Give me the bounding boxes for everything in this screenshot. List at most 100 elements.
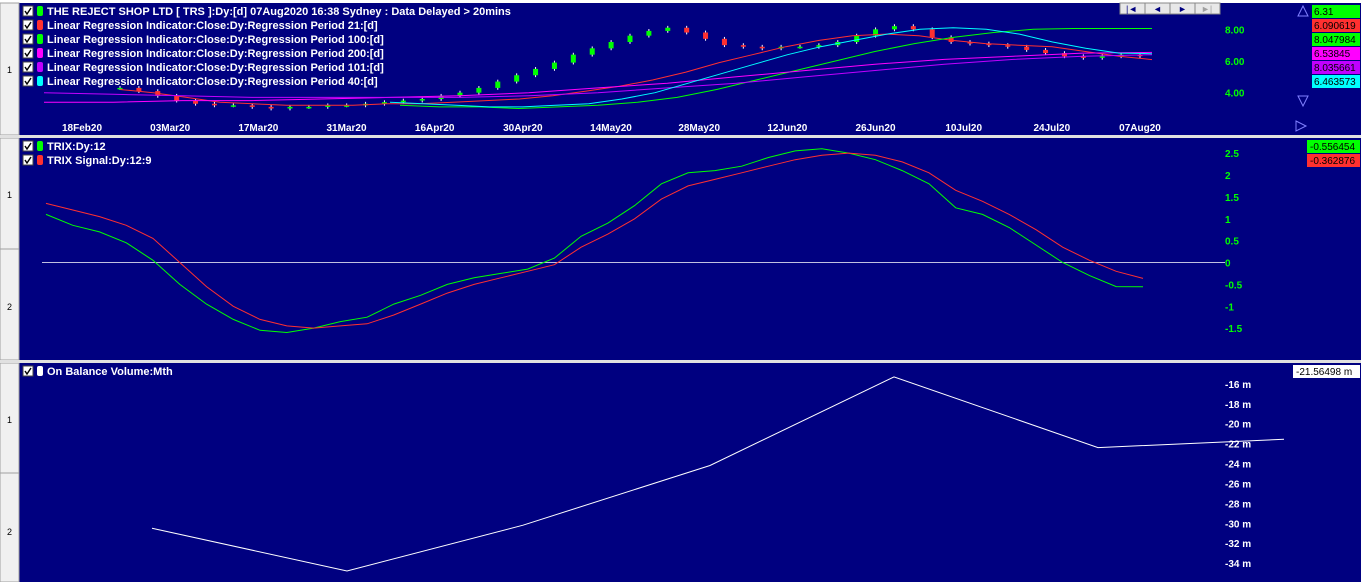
candle-body xyxy=(891,26,897,30)
nav-last-button[interactable]: ►| xyxy=(1194,2,1221,15)
obv-y-tick-label: -18 m xyxy=(1225,400,1251,411)
x-tick-label: 14May20 xyxy=(590,123,632,134)
candle-body xyxy=(1024,46,1030,50)
legend-label: TRIX:Dy:12 xyxy=(47,141,106,153)
trix-y-tick-label: 0.5 xyxy=(1225,237,1239,248)
candle-body xyxy=(570,54,576,63)
trix-y-tick-label: 1 xyxy=(1225,215,1231,226)
legend-label: Linear Regression Indicator:Close:Dy:Reg… xyxy=(47,48,384,60)
trix-y-tick-label: 0 xyxy=(1225,259,1231,270)
x-tick-label: 17Mar20 xyxy=(238,123,278,134)
candle-body xyxy=(1005,45,1011,47)
value-badge-text: 6.090619 xyxy=(1314,21,1356,32)
price-y-tick-label: 8.00 xyxy=(1225,25,1245,36)
trix-y-tick-label: 2 xyxy=(1225,171,1231,182)
obv-y-tick-label: -20 m xyxy=(1225,420,1251,431)
trix-y-tick-label: -0.5 xyxy=(1225,280,1243,291)
nav-next-label: ► xyxy=(1178,4,1187,14)
candle-body xyxy=(1099,56,1105,58)
x-tick-label: 12Jun20 xyxy=(767,123,807,134)
x-tick-label: 30Apr20 xyxy=(503,123,543,134)
legend-checkbox[interactable] xyxy=(22,154,34,166)
legend-label: Linear Regression Indicator:Close:Dy:Reg… xyxy=(47,34,384,46)
trix-y-tick-label: 2.5 xyxy=(1225,149,1239,160)
candle-body xyxy=(929,29,935,38)
obv-pane-background xyxy=(19,363,1361,582)
chart-title: THE REJECT SHOP LTD [ TRS ]:Dy:[d] 07Aug… xyxy=(47,6,511,18)
price-y-tick-label: 6.00 xyxy=(1225,57,1245,68)
candle-body xyxy=(721,38,727,46)
candle-body xyxy=(608,42,614,49)
candle-body xyxy=(646,30,652,36)
legend-label: Linear Regression Indicator:Close:Dy:Reg… xyxy=(47,76,378,88)
trix-y-tick-label: 1.5 xyxy=(1225,193,1239,204)
legend-checkbox[interactable] xyxy=(22,75,34,87)
legend-label: TRIX Signal:Dy:12:9 xyxy=(47,155,152,167)
legend-label: Linear Regression Indicator:Close:Dy:Reg… xyxy=(47,62,384,74)
trix-y-tick-label: -1 xyxy=(1225,302,1234,313)
legend-swatch xyxy=(37,62,43,72)
nav-prev-button[interactable]: ◄ xyxy=(1144,2,1171,15)
x-tick-label: 16Apr20 xyxy=(415,123,455,134)
candle-body xyxy=(797,46,803,49)
legend-label: Linear Regression Indicator:Close:Dy:Reg… xyxy=(47,20,378,32)
obv-pane-marker-2: 2 xyxy=(7,527,12,537)
obv-y-tick-label: -32 m xyxy=(1225,539,1251,550)
value-badge-text: 8.035661 xyxy=(1314,63,1356,74)
x-tick-label: 10Jul20 xyxy=(945,123,982,134)
pane-separator-1[interactable] xyxy=(0,135,1361,138)
obv-y-tick-label: -22 m xyxy=(1225,440,1251,451)
candle-body xyxy=(136,87,142,92)
x-tick-label: 31Mar20 xyxy=(326,123,366,134)
legend-checkbox[interactable] xyxy=(22,5,34,17)
trix-y-tick-label: -1.5 xyxy=(1225,324,1243,335)
obv-y-tick-label: -30 m xyxy=(1225,519,1251,530)
nav-first-button[interactable]: |◄ xyxy=(1119,2,1146,15)
nav-first-label: |◄ xyxy=(1126,4,1137,14)
legend-swatch xyxy=(37,34,43,44)
candle-body xyxy=(230,105,236,107)
x-tick-label: 07Aug20 xyxy=(1119,123,1161,134)
legend-swatch xyxy=(37,366,43,376)
legend-checkbox[interactable] xyxy=(22,19,34,31)
x-tick-label: 26Jun20 xyxy=(855,123,895,134)
candle-body xyxy=(211,103,217,106)
value-badge-text: -0.362876 xyxy=(1310,156,1355,167)
value-badge-text: 6.53845 xyxy=(1314,49,1351,60)
legend-checkbox[interactable] xyxy=(22,61,34,73)
legend-checkbox[interactable] xyxy=(22,33,34,45)
candle-body xyxy=(759,46,765,49)
candle-body xyxy=(249,105,255,107)
value-badge-text: -21.56498 m xyxy=(1296,367,1352,378)
value-badge-text: 6.31 xyxy=(1314,7,1334,18)
nav-next-button[interactable]: ► xyxy=(1169,2,1196,15)
legend-swatch xyxy=(37,155,43,165)
trix-pane-marker-2: 2 xyxy=(7,302,12,312)
x-tick-label: 24Jul20 xyxy=(1033,123,1070,134)
x-tick-label: 03Mar20 xyxy=(150,123,190,134)
candle-body xyxy=(533,68,539,76)
legend-checkbox[interactable] xyxy=(22,140,34,152)
obv-y-tick-label: -26 m xyxy=(1225,479,1251,490)
trix-pane-marker-1: 1 xyxy=(7,190,12,200)
x-tick-label: 18Feb20 xyxy=(62,123,102,134)
candle-body xyxy=(287,106,293,109)
pane-separator-2[interactable] xyxy=(0,360,1361,363)
candle-body xyxy=(627,35,633,42)
candle-body xyxy=(419,99,425,101)
nav-last-label: ►| xyxy=(1201,4,1212,14)
candle-body xyxy=(854,35,860,42)
legend-swatch xyxy=(37,48,43,58)
candle-body xyxy=(910,26,916,30)
legend-checkbox[interactable] xyxy=(22,47,34,59)
trix-pane-background xyxy=(19,138,1361,360)
candle-body xyxy=(665,27,671,31)
legend-label: On Balance Volume:Mth xyxy=(47,366,173,378)
obv-y-tick-label: -28 m xyxy=(1225,499,1251,510)
candle-body xyxy=(268,106,274,109)
price-y-tick-label: 4.00 xyxy=(1225,89,1245,100)
legend-swatch xyxy=(37,76,43,86)
candle-body xyxy=(400,100,406,103)
legend-checkbox[interactable] xyxy=(22,365,34,377)
candle-body xyxy=(476,87,482,93)
